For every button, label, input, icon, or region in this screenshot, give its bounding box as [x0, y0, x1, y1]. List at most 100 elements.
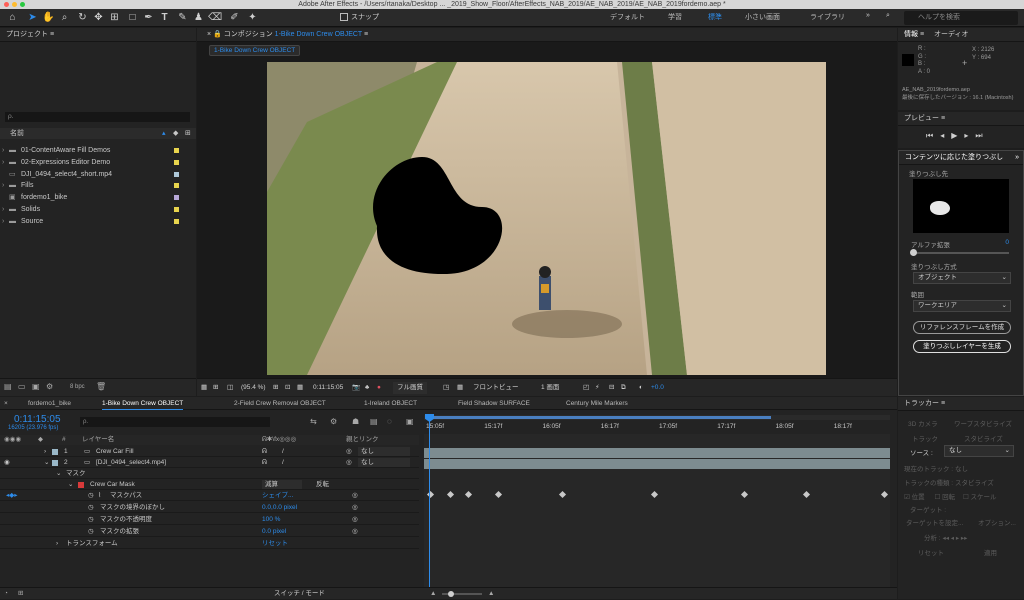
- label-color-chip[interactable]: [174, 159, 179, 165]
- zoom-level-dropdown[interactable]: (95.4 %): [241, 379, 266, 397]
- always-preview-icon[interactable]: ▦: [201, 379, 207, 397]
- switches-modes-toggle[interactable]: スイッチ / モード: [274, 588, 325, 600]
- stopwatch-icon[interactable]: ◷: [88, 514, 94, 525]
- view-layout-dropdown[interactable]: 1 画面: [541, 379, 559, 397]
- pen-tool-icon[interactable]: ✒: [142, 11, 155, 24]
- roto-brush-tool-icon[interactable]: ✐: [228, 11, 241, 24]
- previous-frame-icon[interactable]: ◂: [940, 131, 951, 140]
- mask-property-row[interactable]: ◷ マスクの不透明度 100 % ◎: [0, 514, 419, 525]
- keyframe[interactable]: [446, 490, 455, 499]
- region-of-interest-icon[interactable]: ⊡: [285, 379, 290, 397]
- transparency-icon[interactable]: ▦: [457, 379, 463, 397]
- collapse-switch-icon[interactable]: ᕱ: [262, 457, 267, 468]
- last-frame-icon[interactable]: ⏭: [975, 131, 989, 140]
- range-dropdown[interactable]: ワークエリア ⌄: [913, 300, 1011, 312]
- track-camera-button[interactable]: 3D カメラ: [908, 418, 938, 428]
- timeline-icon[interactable]: ⊟: [609, 379, 614, 397]
- layer-name-header[interactable]: レイヤー名: [82, 435, 114, 445]
- eraser-tool-icon[interactable]: ⌫: [208, 11, 222, 24]
- exposure-value[interactable]: +0.0: [651, 379, 664, 397]
- project-item[interactable]: ▭ DJI_0494_select4_short.mp4: [0, 169, 196, 180]
- workspace-default[interactable]: デフォルト: [610, 12, 645, 22]
- rotate-tool-icon[interactable]: ↻: [76, 11, 89, 24]
- project-search-input[interactable]: ρ.: [5, 112, 190, 122]
- fill-method-dropdown[interactable]: オブジェクト ⌄: [913, 272, 1011, 284]
- layer-bar-1[interactable]: [424, 448, 890, 458]
- label-column-icon[interactable]: ◆: [173, 128, 178, 139]
- keyframe[interactable]: [802, 490, 811, 499]
- snapshot-icon[interactable]: 📷: [352, 379, 360, 397]
- label-color-chip[interactable]: [174, 195, 179, 201]
- label-color-chip[interactable]: [174, 183, 179, 189]
- label-color-chip[interactable]: [174, 171, 179, 177]
- keyframe[interactable]: [880, 490, 889, 499]
- mask-property-row[interactable]: ◷ マスクの境界のぼかし 0.0,0.0 pixel ◎: [0, 502, 419, 513]
- mask-mode-dropdown[interactable]: 減算: [262, 480, 302, 489]
- keyframe[interactable]: [494, 490, 503, 499]
- rectangle-tool-icon[interactable]: □: [126, 11, 139, 24]
- info-tab[interactable]: 情報: [904, 31, 918, 38]
- workspace-small-screen[interactable]: 小さい画面: [745, 12, 780, 22]
- panel-overflow-icon[interactable]: »: [1015, 151, 1019, 165]
- create-reference-frame-button[interactable]: リファレンスフレームを作成: [913, 321, 1011, 334]
- tracker-source-dropdown[interactable]: なし ⌄: [944, 445, 1014, 457]
- play-icon[interactable]: ▶: [951, 131, 964, 140]
- column-options-icon[interactable]: ⊞: [185, 128, 191, 139]
- scale-checkbox[interactable]: ☐: [963, 494, 969, 501]
- delete-item-icon[interactable]: 🗑: [96, 382, 106, 391]
- workspace-learn[interactable]: 学習: [668, 12, 682, 22]
- fast-previews-icon[interactable]: ⚡: [595, 379, 600, 397]
- layer-bar-2[interactable]: [424, 459, 890, 469]
- tracker-reset-button[interactable]: リセット: [918, 547, 944, 557]
- keyframe[interactable]: [740, 490, 749, 499]
- expand-toggle-icon[interactable]: ›: [2, 180, 4, 191]
- project-item[interactable]: › ▬ Solids: [0, 204, 196, 215]
- viewer-timecode[interactable]: 0:11:15:05: [313, 379, 343, 397]
- workspace-overflow-icon[interactable]: »: [866, 12, 870, 19]
- bit-depth-label[interactable]: 8 bpc: [70, 384, 85, 390]
- property-value[interactable]: 0.0,0.0 pixel: [262, 502, 297, 513]
- track-motion-button[interactable]: トラック: [912, 433, 938, 443]
- tracker-options-button[interactable]: オプション...: [978, 517, 1016, 527]
- mask-property-row[interactable]: ◂◆▸ ◷ ⌇ マスクパス シェイプ... ◎: [0, 490, 419, 501]
- workspace-standard[interactable]: 標準: [708, 12, 722, 22]
- twirl-icon[interactable]: ›: [56, 538, 58, 549]
- shy-layers-icon[interactable]: ☗: [352, 417, 359, 426]
- stabilize-motion-button[interactable]: スタビライズ: [964, 433, 1003, 443]
- close-tab-icon[interactable]: ×: [4, 397, 8, 410]
- layer-name[interactable]: [DJI_0494_select4.mp4]: [96, 457, 166, 468]
- twirl-icon[interactable]: ⌄: [44, 457, 49, 468]
- generate-fill-layer-button[interactable]: 塗りつぶしレイヤーを生成: [913, 340, 1011, 353]
- project-name-column-header[interactable]: 名前 ▴ ◆ ⊞: [0, 128, 196, 139]
- timeline-tab-1[interactable]: fordemo1_bike: [28, 397, 71, 410]
- property-value[interactable]: 0.0 pixel: [262, 526, 286, 537]
- mask-color-chip[interactable]: [78, 482, 84, 488]
- expression-graph-icon[interactable]: ⌇: [98, 490, 101, 501]
- type-tool-icon[interactable]: T: [158, 11, 171, 24]
- stopwatch-icon[interactable]: ◷: [88, 490, 94, 501]
- lock-icon[interactable]: 🔒: [213, 31, 222, 38]
- interpret-footage-icon[interactable]: ▤: [4, 382, 12, 391]
- playhead-line[interactable]: [429, 414, 430, 594]
- quality-switch-icon[interactable]: /: [282, 446, 284, 457]
- panel-menu-icon[interactable]: ≡: [941, 400, 945, 407]
- panel-menu-icon[interactable]: ≡: [941, 115, 945, 122]
- draft-3d-icon[interactable]: ⚙: [330, 417, 337, 426]
- panel-menu-icon[interactable]: ≡: [364, 31, 368, 38]
- first-frame-icon[interactable]: ⏮: [926, 131, 940, 140]
- help-search-input[interactable]: ヘルプを検索: [904, 11, 1018, 25]
- mask-name[interactable]: Crew Car Mask: [90, 479, 135, 490]
- timeline-current-time[interactable]: 0:11:15:05: [14, 414, 61, 425]
- flowchart-icon[interactable]: ⧉: [621, 379, 626, 397]
- timeline-tab-4[interactable]: 1-Ireland OBJECT: [364, 397, 417, 410]
- sort-ascending-icon[interactable]: ▴: [162, 128, 166, 139]
- analyze-controls-icon[interactable]: ◂◂ ◂ ▸ ▸▸: [942, 535, 967, 542]
- zoom-slider-knob[interactable]: [448, 591, 454, 597]
- transform-row[interactable]: › トランスフォーム リセット: [0, 538, 419, 549]
- mask-group-row[interactable]: ⌄ マスク: [0, 468, 419, 479]
- property-pickwhip-icon[interactable]: ◎: [352, 526, 358, 537]
- expand-toggle-icon[interactable]: ›: [2, 216, 4, 227]
- selection-tool-icon[interactable]: ➤: [26, 11, 39, 24]
- expand-toggle-icon[interactable]: ›: [2, 157, 4, 168]
- stopwatch-icon[interactable]: ◷: [88, 526, 94, 537]
